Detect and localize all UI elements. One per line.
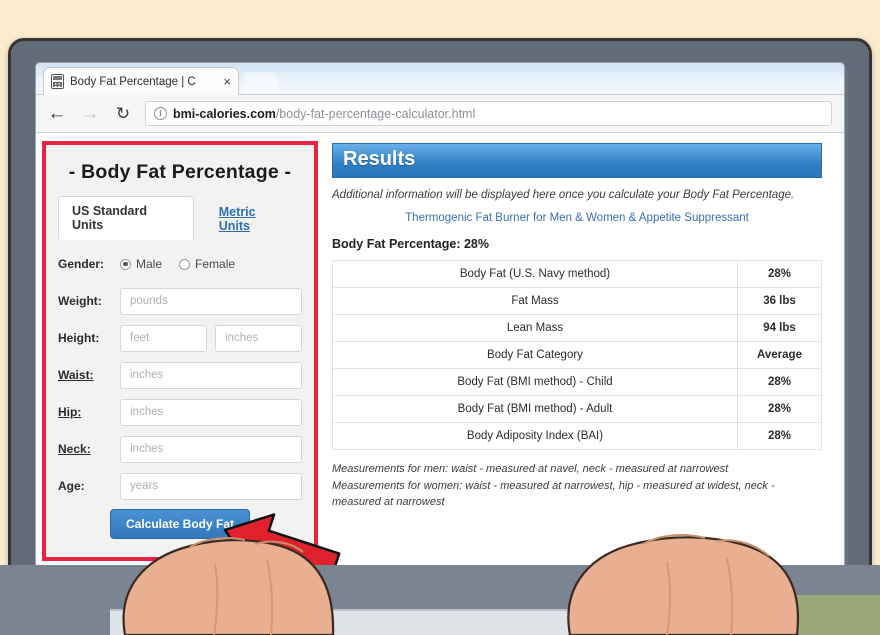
height-inches-input[interactable]: inches xyxy=(215,324,302,352)
back-icon[interactable]: ← xyxy=(46,103,68,125)
results-header: Results xyxy=(332,143,822,178)
tab-us-standard-units[interactable]: US Standard Units xyxy=(58,196,194,240)
hip-input[interactable]: inches xyxy=(120,398,302,426)
weight-input[interactable]: pounds xyxy=(120,287,302,315)
age-row: Age: years xyxy=(58,472,302,500)
row-value: 28% xyxy=(737,422,822,451)
gender-options: Male Female xyxy=(120,257,247,271)
radio-female-label[interactable]: Female xyxy=(195,257,235,271)
waist-input[interactable]: inches xyxy=(120,361,302,389)
row-label: Body Fat Category xyxy=(332,341,738,370)
reload-icon[interactable]: ↻ xyxy=(112,103,134,125)
results-note: Additional information will be displayed… xyxy=(332,189,795,201)
row-value: 28% xyxy=(737,368,822,397)
footnotes: Measurements for men: waist - measured a… xyxy=(332,461,822,511)
row-label: Body Fat (BMI method) - Child xyxy=(332,368,738,397)
tab-metric-units[interactable]: Metric Units xyxy=(206,198,302,240)
browser-tab[interactable]: Body Fat Percentage | C × xyxy=(43,67,239,95)
table-row: Body Fat (U.S. Navy method) 28% xyxy=(332,260,822,289)
row-value: 36 lbs xyxy=(737,287,822,316)
url-host: bmi-calories.com xyxy=(173,106,276,121)
radio-male-label[interactable]: Male xyxy=(136,257,162,271)
row-value: 94 lbs xyxy=(737,314,822,343)
row-label: Body Adiposity Index (BAI) xyxy=(332,422,738,451)
body-fat-form-panel: - Body Fat Percentage - US Standard Unit… xyxy=(42,141,318,561)
footnote-women: Measurements for women: waist - measured… xyxy=(332,479,775,509)
row-value: Average xyxy=(737,341,822,370)
weight-label: Weight: xyxy=(58,294,102,308)
new-tab-button[interactable] xyxy=(244,72,278,93)
right-hand xyxy=(567,534,800,635)
body-fat-percentage-summary: Body Fat Percentage: 28% xyxy=(332,237,489,252)
weight-row: Weight: pounds xyxy=(58,287,302,315)
row-value: 28% xyxy=(737,260,822,289)
gender-label: Gender: xyxy=(58,257,105,271)
table-row: Fat Mass 36 lbs xyxy=(332,287,822,316)
height-row: Height: feet inches xyxy=(58,324,302,352)
results-table: Body Fat (U.S. Navy method) 28% Fat Mass… xyxy=(332,260,822,451)
age-input[interactable]: years xyxy=(120,472,302,500)
age-label: Age: xyxy=(58,479,85,493)
forward-icon[interactable]: → xyxy=(79,103,101,125)
row-value: 28% xyxy=(737,395,822,424)
table-row: Lean Mass 94 lbs xyxy=(332,314,822,343)
radio-male[interactable] xyxy=(120,258,131,270)
unit-tabs: US Standard Units Metric Units xyxy=(58,196,302,240)
neck-row: Neck: inches xyxy=(58,435,302,463)
left-hand xyxy=(122,537,335,635)
radio-female[interactable] xyxy=(179,258,191,270)
table-row: Body Adiposity Index (BAI) 28% xyxy=(332,422,822,451)
waist-row: Waist: inches xyxy=(58,361,302,389)
tab-title: Body Fat Percentage | C xyxy=(70,75,196,88)
gender-row: Gender: Male Female xyxy=(58,250,302,278)
hip-label: Hip: xyxy=(58,405,82,419)
row-label: Body Fat (BMI method) - Adult xyxy=(332,395,738,424)
promo-link[interactable]: Thermogenic Fat Burner for Men & Women &… xyxy=(346,210,808,227)
address-bar[interactable]: i bmi-calories.com/body-fat-percentage-c… xyxy=(145,101,832,126)
info-icon[interactable]: i xyxy=(154,107,167,120)
calculator-icon xyxy=(51,74,64,89)
height-feet-input[interactable]: feet xyxy=(120,324,207,352)
page-title: - Body Fat Percentage - xyxy=(68,161,292,183)
row-label: Body Fat (U.S. Navy method) xyxy=(332,260,738,289)
close-icon[interactable]: × xyxy=(223,75,231,88)
waist-label: Waist: xyxy=(58,368,94,382)
browser-window: Body Fat Percentage | C × ← → ↻ i bmi-ca… xyxy=(35,62,845,598)
table-row: Body Fat Category Average xyxy=(332,341,822,370)
height-label: Height: xyxy=(58,331,100,345)
table-row: Body Fat (BMI method) - Child 28% xyxy=(332,368,822,397)
table-row: Body Fat (BMI method) - Adult 28% xyxy=(332,395,822,424)
url-text: bmi-calories.com/body-fat-percentage-cal… xyxy=(173,107,475,121)
neck-input[interactable]: inches xyxy=(120,435,302,463)
hip-row: Hip: inches xyxy=(58,398,302,426)
neck-label: Neck: xyxy=(58,442,91,456)
browser-tabstrip: Body Fat Percentage | C × xyxy=(36,63,844,95)
footnote-men: Measurements for men: waist - measured a… xyxy=(332,463,729,476)
row-label: Fat Mass xyxy=(332,287,738,316)
row-label: Lean Mass xyxy=(332,314,738,343)
url-path: /body-fat-percentage-calculator.html xyxy=(275,106,476,121)
browser-toolbar: ← → ↻ i bmi-calories.com/body-fat-percen… xyxy=(36,95,844,133)
